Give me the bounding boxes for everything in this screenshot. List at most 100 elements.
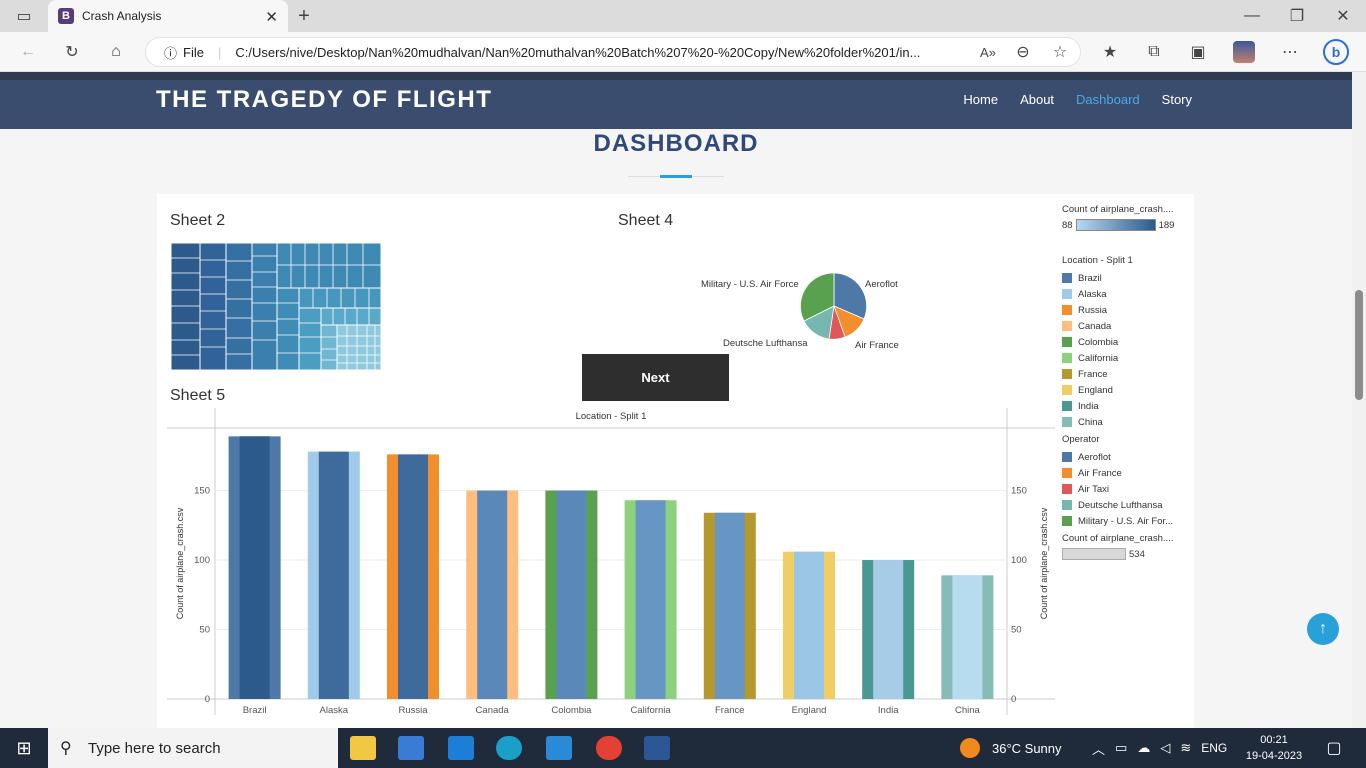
read-aloud-icon[interactable]: A» xyxy=(974,38,1002,66)
tab-actions-icon[interactable]: ▭ xyxy=(10,2,38,30)
wifi-icon[interactable]: ≋ xyxy=(1180,740,1191,756)
operator-legend-item[interactable]: Air Taxi xyxy=(1062,481,1192,497)
mail-icon[interactable] xyxy=(448,736,474,760)
operator-legend-swatch xyxy=(1062,484,1072,494)
weather-widget[interactable]: 36°C Sunny xyxy=(960,728,1062,768)
location-legend-swatch xyxy=(1062,401,1072,411)
browser-tab[interactable]: B Crash Analysis ✕ xyxy=(48,0,288,32)
windows-start-icon[interactable]: ⊞ xyxy=(10,734,38,762)
count2-bar xyxy=(1062,548,1126,560)
store-icon[interactable] xyxy=(398,736,424,760)
location-legend-item[interactable]: California xyxy=(1062,350,1192,366)
minimize-icon[interactable]: — xyxy=(1238,2,1266,30)
nav-story[interactable]: Story xyxy=(1162,92,1192,107)
sheet5-title: Sheet 5 xyxy=(170,387,226,404)
tab-title: Crash Analysis xyxy=(82,9,162,23)
y-tick-label: 100 xyxy=(194,555,210,566)
language-indicator[interactable]: ENG xyxy=(1201,741,1227,755)
location-legend-swatch xyxy=(1062,321,1072,331)
location-legend-item[interactable]: France xyxy=(1062,366,1192,382)
page-scrollbar[interactable] xyxy=(1352,72,1366,728)
profile-avatar[interactable] xyxy=(1230,38,1258,66)
notification-icon[interactable]: ▢ xyxy=(1320,734,1348,762)
location-legend-item[interactable]: Brazil xyxy=(1062,270,1192,286)
pie-label-lufthansa: Deutsche Lufthansa xyxy=(723,338,808,349)
file-explorer-icon[interactable] xyxy=(350,736,376,760)
chrome-icon[interactable] xyxy=(596,736,622,760)
bar-inner xyxy=(794,551,824,699)
location-legend-label: Canada xyxy=(1078,320,1112,332)
add-favorite-icon[interactable]: ☆ xyxy=(1046,38,1074,66)
scroll-to-top-button[interactable]: ↑ xyxy=(1307,613,1339,645)
taskbar-search[interactable]: ⚲ Type here to search xyxy=(48,728,338,768)
operator-legend-item[interactable]: Aeroflot xyxy=(1062,449,1192,465)
cloud-icon[interactable]: ☁ xyxy=(1137,740,1150,756)
nav-about[interactable]: About xyxy=(1020,92,1054,107)
nav-home[interactable]: Home xyxy=(963,92,998,107)
treemap-chart[interactable] xyxy=(171,243,381,370)
count2-legend: 534 xyxy=(1062,548,1192,560)
url-field[interactable]: ⓘ File | C:/Users/nive/Desktop/Nan%20mud… xyxy=(145,37,1081,67)
close-window-icon[interactable]: ✕ xyxy=(1329,2,1357,30)
operator-legend-label: Aeroflot xyxy=(1078,451,1111,463)
browser-essentials-icon[interactable]: ▣ xyxy=(1184,38,1212,66)
location-legend-swatch xyxy=(1062,305,1072,315)
refresh-icon[interactable]: ↻ xyxy=(58,38,86,66)
collections-icon[interactable]: ⧉ xyxy=(1140,38,1168,66)
location-legend-swatch xyxy=(1062,417,1072,427)
site-brand[interactable]: THE TRAGEDY OF FLIGHT xyxy=(156,86,492,114)
bar-chart[interactable]: Location - Split 1 0 0 50 50 100 100 150 150 Coun… xyxy=(167,408,1057,728)
system-tray-icons[interactable]: ︿ ▭ ☁ ◁ ≋ ENG xyxy=(1092,728,1227,768)
location-legend-label: England xyxy=(1078,384,1113,396)
location-legend-item[interactable]: India xyxy=(1062,398,1192,414)
bar-inner xyxy=(239,436,270,699)
web-page: THE TRAGEDY OF FLIGHT Home About Dashboa… xyxy=(0,72,1352,728)
sheet2-title: Sheet 2 xyxy=(170,212,226,229)
separator: | xyxy=(217,44,222,60)
location-legend-item[interactable]: England xyxy=(1062,382,1192,398)
scrollbar-thumb[interactable] xyxy=(1355,290,1363,400)
system-clock[interactable]: 00:21 19-04-2023 xyxy=(1244,732,1304,764)
x-tick-label: Alaska xyxy=(320,705,349,716)
location-legend-item[interactable]: Alaska xyxy=(1062,286,1192,302)
operator-legend-item[interactable]: Deutsche Lufthansa xyxy=(1062,497,1192,513)
restore-icon[interactable]: ❐ xyxy=(1283,2,1311,30)
vscode-icon[interactable] xyxy=(546,736,572,760)
location-legend-label: France xyxy=(1078,368,1108,380)
home-icon[interactable]: ⌂ xyxy=(102,38,130,66)
new-tab-icon[interactable]: + xyxy=(290,2,318,30)
back-icon[interactable]: ← xyxy=(14,38,42,66)
pie-chart[interactable]: Military - U.S. Air Force Aeroflot Deuts… xyxy=(677,264,937,354)
chevron-up-icon[interactable]: ︿ xyxy=(1092,739,1105,758)
location-legend-label: India xyxy=(1078,400,1099,412)
bing-icon[interactable]: b xyxy=(1322,38,1350,66)
zoom-icon[interactable]: ⊖ xyxy=(1009,38,1037,66)
battery-icon[interactable]: ▭ xyxy=(1115,740,1127,756)
location-legend-item[interactable]: Canada xyxy=(1062,318,1192,334)
operator-legend-item[interactable]: Military - U.S. Air For... xyxy=(1062,513,1192,529)
location-legend-item[interactable]: Russia xyxy=(1062,302,1192,318)
count-legend: 88 189 xyxy=(1062,219,1192,231)
operator-legend-label: Military - U.S. Air For... xyxy=(1078,515,1174,527)
location-legend-item[interactable]: China xyxy=(1062,414,1192,430)
next-button[interactable]: Next xyxy=(582,354,729,401)
nav-links: Home About Dashboard Story xyxy=(963,92,1192,107)
volume-icon[interactable]: ◁ xyxy=(1160,740,1170,756)
location-legend-swatch xyxy=(1062,369,1072,379)
operator-legend-item[interactable]: Air France xyxy=(1062,465,1192,481)
x-tick-label: China xyxy=(955,705,981,716)
bar-inner xyxy=(952,575,983,699)
favorites-icon[interactable]: ★ xyxy=(1096,38,1124,66)
y2-tick-label: 0 xyxy=(1011,694,1016,705)
close-tab-icon[interactable]: ✕ xyxy=(265,8,278,26)
count-min: 88 xyxy=(1062,219,1073,231)
location-legend-swatch xyxy=(1062,337,1072,347)
location-legend-swatch xyxy=(1062,289,1072,299)
word-icon[interactable] xyxy=(644,736,670,760)
edge-icon[interactable] xyxy=(496,736,522,760)
operator-legend-header: Operator xyxy=(1062,434,1100,445)
x-tick-label: Canada xyxy=(476,705,510,716)
location-legend-item[interactable]: Colombia xyxy=(1062,334,1192,350)
nav-dashboard[interactable]: Dashboard xyxy=(1076,92,1140,107)
more-icon[interactable]: ⋯ xyxy=(1276,38,1304,66)
